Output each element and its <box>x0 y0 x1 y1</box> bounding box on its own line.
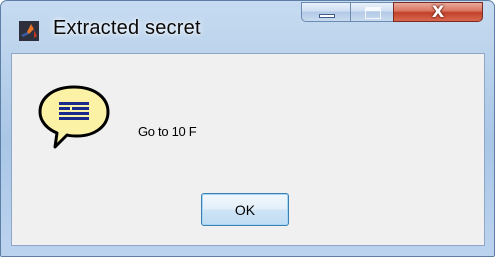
minimize-button[interactable] <box>301 2 351 22</box>
minimize-icon <box>319 14 335 18</box>
dialog-content: Go to 10 F OK <box>11 53 485 246</box>
close-icon: X <box>431 2 445 21</box>
help-speech-bubble-icon <box>38 85 110 149</box>
close-button[interactable]: X <box>393 2 483 22</box>
maximize-icon <box>365 7 381 19</box>
maximize-button[interactable] <box>350 2 394 22</box>
ok-button[interactable]: OK <box>201 193 289 226</box>
dialog-window: Extracted secret X Go to 10 F OK <box>0 0 495 257</box>
window-title: Extracted secret <box>53 17 201 39</box>
title-bar[interactable]: Extracted secret X <box>1 1 494 53</box>
matlab-logo-icon[interactable] <box>19 21 39 41</box>
dialog-message: Go to 10 F <box>138 124 197 139</box>
